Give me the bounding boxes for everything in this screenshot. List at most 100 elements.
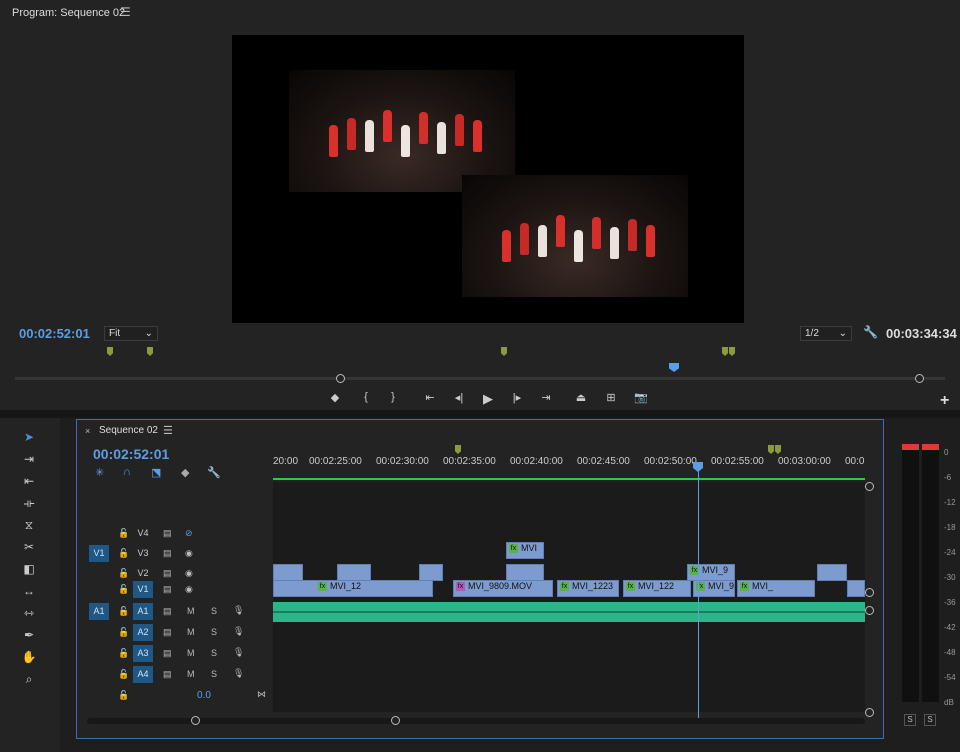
eye-icon[interactable]: ◉ <box>185 584 193 595</box>
sync-lock-icon[interactable]: ▤ <box>163 548 172 559</box>
vertical-scrollbar[interactable] <box>865 482 874 717</box>
nest-sequence-icon[interactable]: ✳ <box>95 466 104 479</box>
zoom-scroll-left-handle[interactable] <box>336 374 345 383</box>
step-forward-icon[interactable]: |▸ <box>508 391 526 404</box>
hamburger-menu-icon[interactable]: ☰ <box>120 5 131 19</box>
add-button-icon[interactable]: + <box>940 392 949 410</box>
lock-icon[interactable]: 🔓 <box>118 568 129 579</box>
linked-selection-icon[interactable]: ⬔ <box>151 466 161 479</box>
audio-clip-a1[interactable] <box>273 602 865 622</box>
clip[interactable] <box>817 564 847 581</box>
lock-icon[interactable]: 🔓 <box>118 548 129 559</box>
monitor-time-ruler[interactable] <box>15 377 945 380</box>
timeline-settings-wrench-icon[interactable]: 🔧 <box>207 466 221 479</box>
toggle-output-off-icon[interactable]: ⊘ <box>185 528 193 539</box>
rate-stretch-tool-icon[interactable]: ⧖ <box>20 518 38 534</box>
clip[interactable] <box>337 564 371 581</box>
razor-tool-icon[interactable]: ✂ <box>20 540 38 556</box>
snap-magnet-icon[interactable]: ∩ <box>123 466 131 478</box>
sync-lock-icon[interactable]: ▤ <box>163 568 172 579</box>
clip[interactable] <box>847 580 865 597</box>
track-area[interactable]: fx MVI fx MVI_9 fx MVI_12 fx MVI_9809.MOV fx… <box>273 482 865 712</box>
sync-lock-icon[interactable]: ▤ <box>163 627 172 638</box>
go-to-out-icon[interactable]: ⇥ <box>537 391 555 404</box>
lift-icon[interactable]: ⏏ <box>572 391 590 404</box>
sync-lock-icon[interactable]: ▤ <box>163 648 172 659</box>
export-frame-icon[interactable]: 📷 <box>632 391 650 404</box>
lock-icon[interactable]: 🔓 <box>118 690 129 701</box>
clip[interactable]: fx MVI_9 <box>687 564 735 581</box>
pen-tool-icon[interactable]: ✒ <box>20 628 38 644</box>
add-marker-icon[interactable]: ◆ <box>326 391 344 404</box>
track-target-v4[interactable]: V4 <box>133 525 153 542</box>
solo-button[interactable]: S <box>211 606 217 616</box>
clip[interactable]: fx MVI_1223 <box>557 580 619 597</box>
sync-lock-icon[interactable]: ▤ <box>163 669 172 680</box>
track-target-a4[interactable]: A4 <box>133 666 153 683</box>
track-select-tool-icon[interactable]: ⇥ <box>20 452 38 468</box>
lock-icon[interactable]: 🔓 <box>118 606 129 617</box>
program-monitor-title[interactable]: Program: Sequence 02 <box>12 7 125 19</box>
selection-tool-icon[interactable]: ➤ <box>20 430 38 446</box>
clip[interactable]: fx MVI <box>506 542 544 559</box>
playhead-timecode[interactable]: 00:02:52:01 <box>19 326 90 341</box>
extract-icon[interactable]: ⊞ <box>602 391 620 404</box>
clip[interactable] <box>273 564 303 581</box>
eye-icon[interactable]: ◉ <box>185 548 193 559</box>
solo-right-button[interactable]: S <box>924 714 936 726</box>
sync-lock-icon[interactable]: ▤ <box>163 584 172 595</box>
zoom-level-select[interactable]: Fit ⌄ <box>104 326 158 341</box>
clip[interactable]: fx MVI_ <box>737 580 815 597</box>
peak-indicator[interactable] <box>922 444 939 450</box>
solo-button[interactable]: S <box>211 669 217 679</box>
track-target-v3[interactable]: V3 <box>133 545 153 562</box>
mute-button[interactable]: M <box>187 669 195 679</box>
scroll-handle[interactable] <box>865 708 874 717</box>
solo-button[interactable]: S <box>211 627 217 637</box>
mute-button[interactable]: M <box>187 627 195 637</box>
slide-tool-icon[interactable]: ↔ <box>20 584 38 600</box>
settings-wrench-icon[interactable]: 🔧 <box>863 325 878 339</box>
scroll-handle[interactable] <box>865 588 874 597</box>
microphone-icon[interactable]: 🎙 <box>233 647 244 658</box>
microphone-icon[interactable]: 🎙 <box>233 605 244 616</box>
playhead-marker[interactable] <box>669 363 679 372</box>
work-area-bar[interactable] <box>273 478 865 480</box>
lock-icon[interactable]: 🔓 <box>118 648 129 659</box>
marker[interactable] <box>501 347 507 356</box>
peak-indicator[interactable] <box>902 444 919 450</box>
marker[interactable] <box>775 445 781 454</box>
clip[interactable] <box>419 564 443 581</box>
solo-left-button[interactable]: S <box>904 714 916 726</box>
timeline-timecode[interactable]: 00:02:52:01 <box>93 446 169 462</box>
master-volume-value[interactable]: 0.0 <box>197 690 211 701</box>
track-move-tool-icon[interactable]: ⇿ <box>20 606 38 622</box>
lock-icon[interactable]: 🔓 <box>118 584 129 595</box>
mute-button[interactable]: M <box>187 648 195 658</box>
marker[interactable] <box>722 347 728 356</box>
mark-out-icon[interactable]: } <box>384 391 402 403</box>
zoom-tool-icon[interactable]: ⌕ <box>20 672 38 688</box>
marker[interactable] <box>729 347 735 356</box>
scroll-handle[interactable] <box>865 482 874 491</box>
marker[interactable] <box>768 445 774 454</box>
microphone-icon[interactable]: 🎙 <box>233 668 244 679</box>
add-marker-icon[interactable]: ◆ <box>181 466 189 479</box>
microphone-icon[interactable]: 🎙 <box>233 626 244 637</box>
clip[interactable] <box>506 564 544 581</box>
marker[interactable] <box>147 347 153 356</box>
clip[interactable]: fx MVI_9 <box>693 580 735 597</box>
hamburger-menu-icon[interactable]: ☰ <box>163 424 173 437</box>
close-tab-icon[interactable]: × <box>85 426 90 436</box>
scroll-left-handle[interactable] <box>191 716 200 725</box>
hand-tool-icon[interactable]: ✋ <box>20 650 38 666</box>
track-target-a1[interactable]: A1 <box>133 603 153 620</box>
scroll-handle[interactable] <box>865 606 874 615</box>
clip[interactable]: fx MVI_9809.MOV <box>453 580 553 597</box>
ripple-edit-tool-icon[interactable]: ⇤ <box>20 474 38 490</box>
lock-icon[interactable]: 🔓 <box>118 528 129 539</box>
clip[interactable]: fx MVI_12 <box>273 580 433 597</box>
scroll-right-handle[interactable] <box>391 716 400 725</box>
lock-icon[interactable]: 🔓 <box>118 627 129 638</box>
playhead-line[interactable] <box>698 464 699 719</box>
